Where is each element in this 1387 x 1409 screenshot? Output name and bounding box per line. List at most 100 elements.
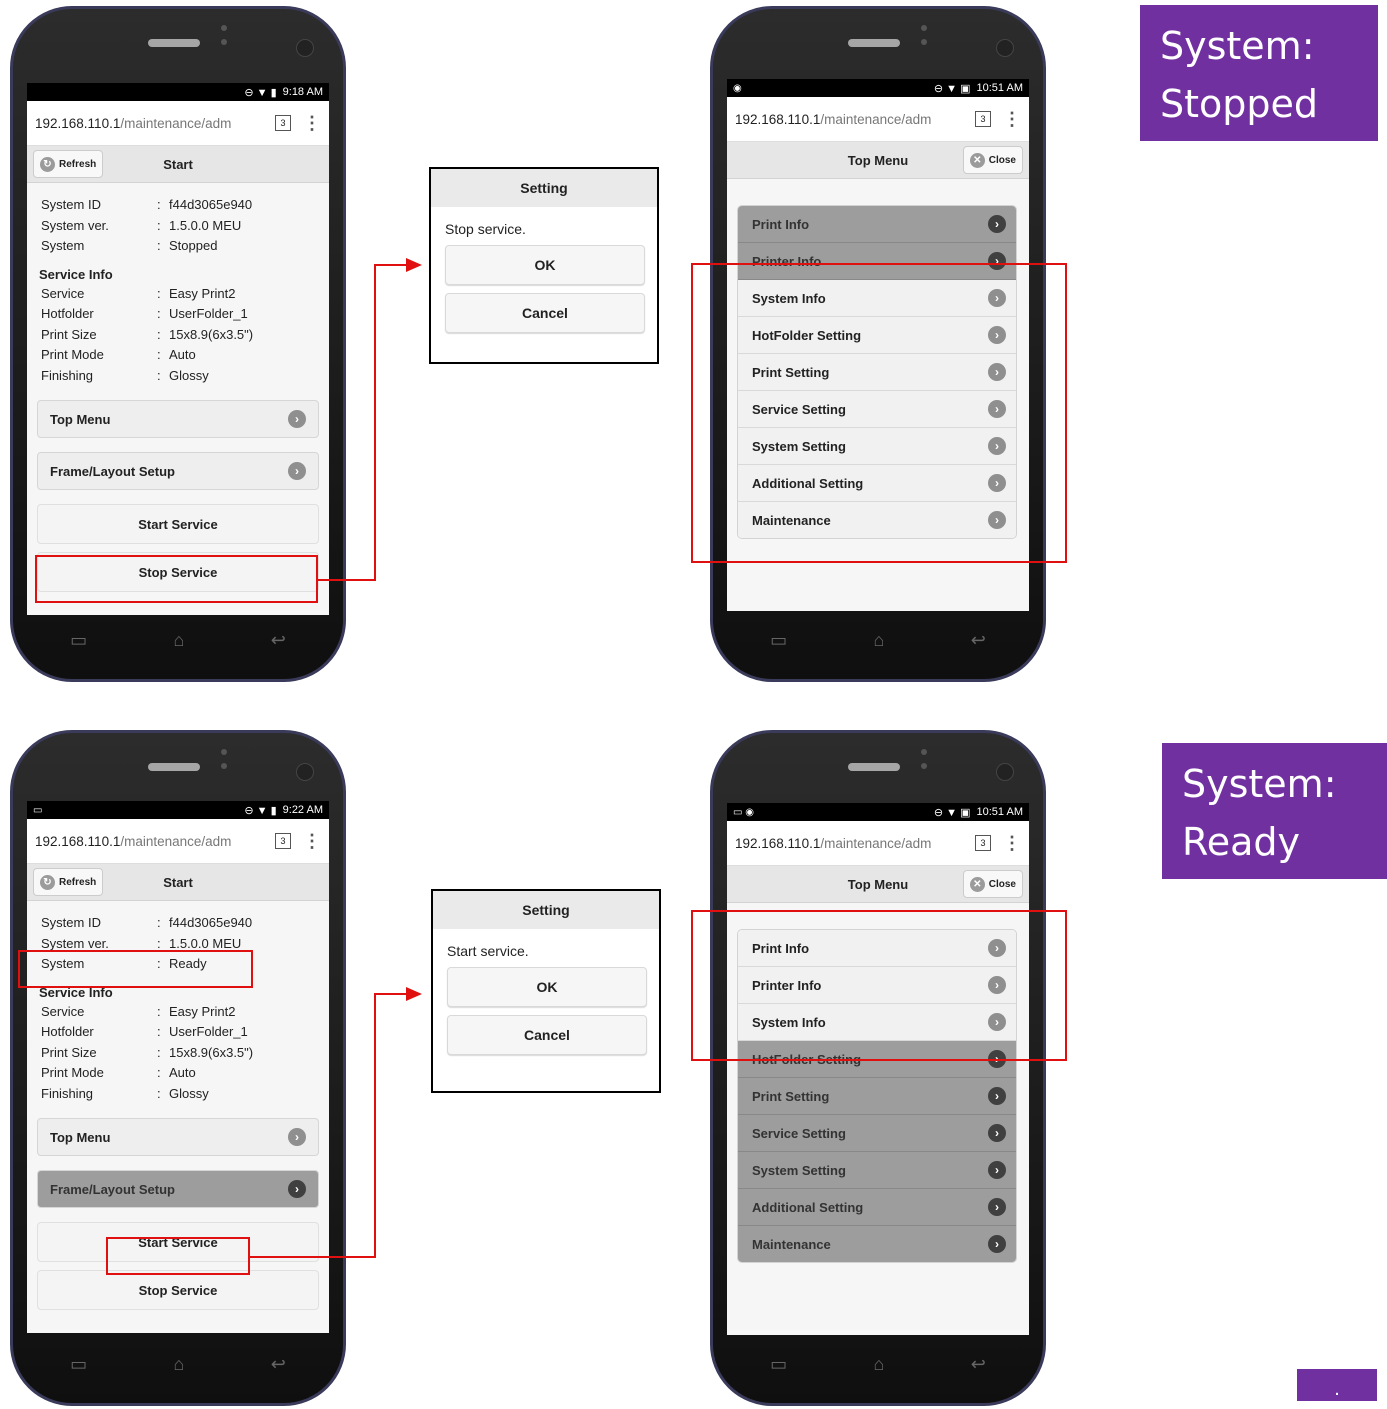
back-icon[interactable]: ↩ — [971, 630, 986, 651]
home-icon[interactable]: ⌂ — [874, 1354, 885, 1375]
info-label: Finishing — [41, 1085, 94, 1101]
url-text[interactable]: 192.168.110.1/maintenance/adm — [735, 112, 963, 127]
status-time: 10:51 AM — [976, 82, 1023, 94]
tab-count-icon[interactable]: 3 — [975, 111, 991, 127]
info-row: Print Mode: Auto — [39, 1063, 317, 1084]
chevron-right-icon: › — [288, 1180, 306, 1198]
colon: : — [157, 915, 161, 930]
recent-apps-icon[interactable]: ▭ — [70, 1354, 87, 1375]
url-text[interactable]: 192.168.110.1/maintenance/adm — [35, 834, 263, 849]
refresh-button[interactable]: ↻ Refresh — [33, 150, 104, 178]
connector-line — [316, 579, 376, 581]
home-icon[interactable]: ⌂ — [174, 630, 185, 651]
ok-button[interactable]: OK — [445, 245, 645, 285]
connector-line — [374, 264, 408, 266]
info-label: Print Size — [41, 1044, 97, 1060]
ok-button[interactable]: OK — [447, 967, 647, 1007]
tab-count-icon[interactable]: 3 — [275, 833, 291, 849]
overflow-menu-icon[interactable]: ⋮ — [1003, 109, 1021, 130]
status-time: 10:51 AM — [976, 806, 1023, 818]
info-label: Finishing — [41, 367, 94, 383]
info-label: Print Size — [41, 326, 97, 342]
url-path: /maintenance/adm — [820, 835, 932, 851]
top-menu-button[interactable]: Top Menu › — [37, 1118, 319, 1156]
earpiece — [848, 39, 900, 47]
cancel-button[interactable]: Cancel — [447, 1015, 647, 1055]
frame-layout-button[interactable]: Frame/Layout Setup › — [37, 452, 319, 490]
info-row: System ver.:1.5.0.0 MEU — [39, 216, 317, 237]
menu-item-service-setting[interactable]: Service Setting › — [738, 1115, 1016, 1152]
enabled-menu-highlight — [691, 263, 1067, 563]
enabled-menu-highlight — [691, 910, 1067, 1061]
phone-menu-ready: ▭ ◉ ⊖ ▼ ▣ 10:51 AM 192.168.110.1/mainten… — [710, 730, 1046, 1406]
refresh-label: Refresh — [59, 876, 97, 888]
stop-service-button[interactable]: Stop Service — [37, 1270, 319, 1310]
address-bar[interactable]: 192.168.110.1/maintenance/adm 3 ⋮ — [727, 821, 1029, 866]
chevron-right-icon: › — [288, 462, 306, 480]
recent-apps-icon[interactable]: ▭ — [770, 630, 787, 651]
menu-item-additional-setting[interactable]: Additional Setting › — [738, 1189, 1016, 1226]
url-text[interactable]: 192.168.110.1/maintenance/adm — [35, 116, 263, 131]
top-menu-button[interactable]: Top Menu › — [37, 400, 319, 438]
back-icon[interactable]: ↩ — [271, 1354, 286, 1375]
address-bar[interactable]: 192.168.110.1/maintenance/adm 3 ⋮ — [27, 819, 329, 864]
page-header: ↻ Refresh Start — [27, 864, 329, 901]
address-bar[interactable]: 192.168.110.1/maintenance/adm 3 ⋮ — [727, 97, 1029, 142]
sensor-dot — [221, 39, 227, 45]
chevron-right-icon: › — [988, 1235, 1006, 1253]
android-nav-bar: ▭ ⌂ ↩ — [727, 615, 1029, 665]
earpiece — [148, 39, 200, 47]
phone-start-ready: ▭ ⊖ ▼ ▮ 9:22 AM 192.168.110.1/maintenanc… — [10, 730, 346, 1406]
menu-item-print-info[interactable]: Print Info › — [738, 206, 1016, 243]
overflow-menu-icon[interactable]: ⋮ — [1003, 833, 1021, 854]
overflow-menu-icon[interactable]: ⋮ — [303, 831, 321, 852]
overflow-menu-icon[interactable]: ⋮ — [303, 113, 321, 134]
status-bar: ⊖ ▼ ▮ 9:18 AM — [27, 83, 329, 101]
connector-line — [374, 993, 376, 1258]
info-value: 15x8.9(6x3.5") — [169, 1044, 254, 1060]
cancel-button[interactable]: Cancel — [445, 293, 645, 333]
close-label: Close — [988, 878, 1016, 890]
status-bar: ▭ ⊖ ▼ ▮ 9:22 AM — [27, 801, 329, 819]
front-camera — [996, 763, 1014, 781]
close-button[interactable]: ✕ Close — [962, 870, 1023, 898]
back-icon[interactable]: ↩ — [971, 1354, 986, 1375]
colon: : — [157, 306, 161, 321]
menu-item-print-setting[interactable]: Print Setting › — [738, 1078, 1016, 1115]
close-button[interactable]: ✕ Close — [962, 146, 1023, 174]
info-row: Service: Easy Print2 — [39, 1002, 317, 1023]
info-value: 1.5.0.0 MEU — [169, 217, 242, 233]
address-bar[interactable]: 192.168.110.1/maintenance/adm 3 ⋮ — [27, 101, 329, 146]
system-stopped-callout: System: Stopped — [1140, 5, 1378, 141]
info-row: Hotfolder: UserFolder_1 — [39, 304, 317, 325]
front-camera — [296, 39, 314, 57]
refresh-icon: ↻ — [40, 156, 55, 172]
home-icon[interactable]: ⌂ — [174, 1354, 185, 1375]
service-info-heading: Service Info — [39, 266, 113, 282]
menu-item-maintenance[interactable]: Maintenance › — [738, 1226, 1016, 1262]
menu-item-label: Service Setting — [752, 1125, 846, 1141]
chevron-right-icon: › — [988, 215, 1006, 233]
back-icon[interactable]: ↩ — [271, 630, 286, 651]
url-text[interactable]: 192.168.110.1/maintenance/adm — [735, 836, 963, 851]
start-service-button[interactable]: Start Service — [37, 504, 319, 544]
recent-apps-icon[interactable]: ▭ — [770, 1354, 787, 1375]
info-value: Auto — [169, 1065, 196, 1080]
stop-service-highlight — [35, 555, 318, 603]
system-ready-highlight — [18, 950, 253, 988]
home-icon[interactable]: ⌂ — [874, 630, 885, 651]
info-value: Easy Print2 — [169, 1003, 236, 1019]
screen: ▭ ◉ ⊖ ▼ ▣ 10:51 AM 192.168.110.1/mainten… — [727, 803, 1029, 1335]
colon: : — [157, 197, 161, 212]
url-path: /maintenance/adm — [820, 111, 932, 127]
sensor-dot — [921, 39, 927, 45]
chevron-right-icon: › — [988, 1087, 1006, 1105]
callout-line: System: — [1160, 24, 1315, 68]
frame-layout-button[interactable]: Frame/Layout Setup › — [37, 1170, 319, 1208]
recent-apps-icon[interactable]: ▭ — [70, 630, 87, 651]
tab-count-icon[interactable]: 3 — [975, 835, 991, 851]
info-value: Glossy — [169, 367, 209, 383]
refresh-button[interactable]: ↻ Refresh — [33, 868, 104, 896]
tab-count-icon[interactable]: 3 — [275, 115, 291, 131]
menu-item-system-setting[interactable]: System Setting › — [738, 1152, 1016, 1189]
